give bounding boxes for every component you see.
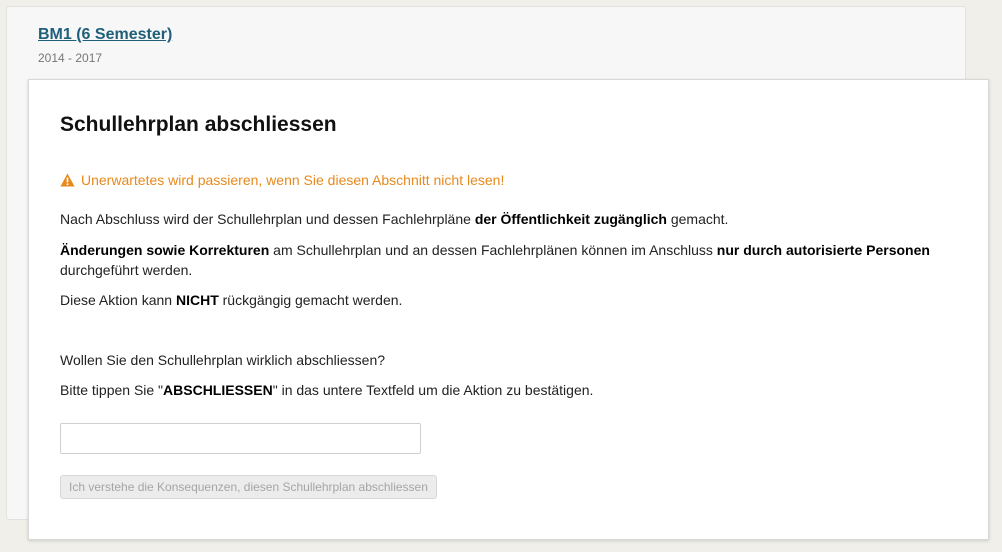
- paragraph-changes: Änderungen sowie Korrekturen am Schulleh…: [60, 240, 960, 280]
- text-segment: am Schullehrplan und an dessen Fachlehrp…: [269, 242, 717, 258]
- confirmation-input[interactable]: [60, 423, 421, 454]
- confirm-close-button[interactable]: Ich verstehe die Konsequenzen, diesen Sc…: [60, 475, 437, 499]
- text-segment: gemacht.: [666, 211, 729, 227]
- text-segment: Diese Aktion kann: [60, 292, 176, 308]
- warning-triangle-icon: [60, 173, 75, 187]
- dialog-title: Schullehrplan abschliessen: [60, 113, 337, 136]
- text-segment: Nach Abschluss wird der Schullehrplan un…: [60, 211, 475, 227]
- emphasis-segment: nur durch autorisierte Personen: [716, 242, 930, 258]
- close-curriculum-dialog: Schullehrplan abschliessen Unerwartetes …: [28, 79, 989, 540]
- curriculum-years: 2014 - 2017: [38, 51, 103, 65]
- text-segment: durchgeführt werden.: [60, 262, 193, 278]
- emphasis-segment: ABSCHLIESSEN: [163, 382, 273, 398]
- warning-text: Unerwartetes wird passieren, wenn Sie di…: [81, 172, 505, 188]
- warning-message: Unerwartetes wird passieren, wenn Sie di…: [60, 172, 504, 188]
- text-segment: " in das untere Textfeld um die Aktion z…: [272, 382, 594, 398]
- paragraph-publication: Nach Abschluss wird der Schullehrplan un…: [60, 209, 960, 229]
- curriculum-title-link[interactable]: BM1 (6 Semester): [38, 26, 172, 44]
- confirm-question: Wollen Sie den Schullehrplan wirklich ab…: [60, 352, 386, 368]
- confirm-instruction: Bitte tippen Sie "ABSCHLIESSEN" in das u…: [60, 380, 960, 400]
- paragraph-irreversible: Diese Aktion kann NICHT rückgängig gemac…: [60, 290, 960, 310]
- emphasis-segment: der Öffentlichkeit zugänglich: [474, 211, 667, 227]
- emphasis-segment: NICHT: [175, 292, 219, 308]
- emphasis-segment: Änderungen sowie Korrekturen: [60, 242, 270, 258]
- text-segment: rückgängig gemacht werden.: [218, 292, 403, 308]
- text-segment: Bitte tippen Sie ": [60, 382, 164, 398]
